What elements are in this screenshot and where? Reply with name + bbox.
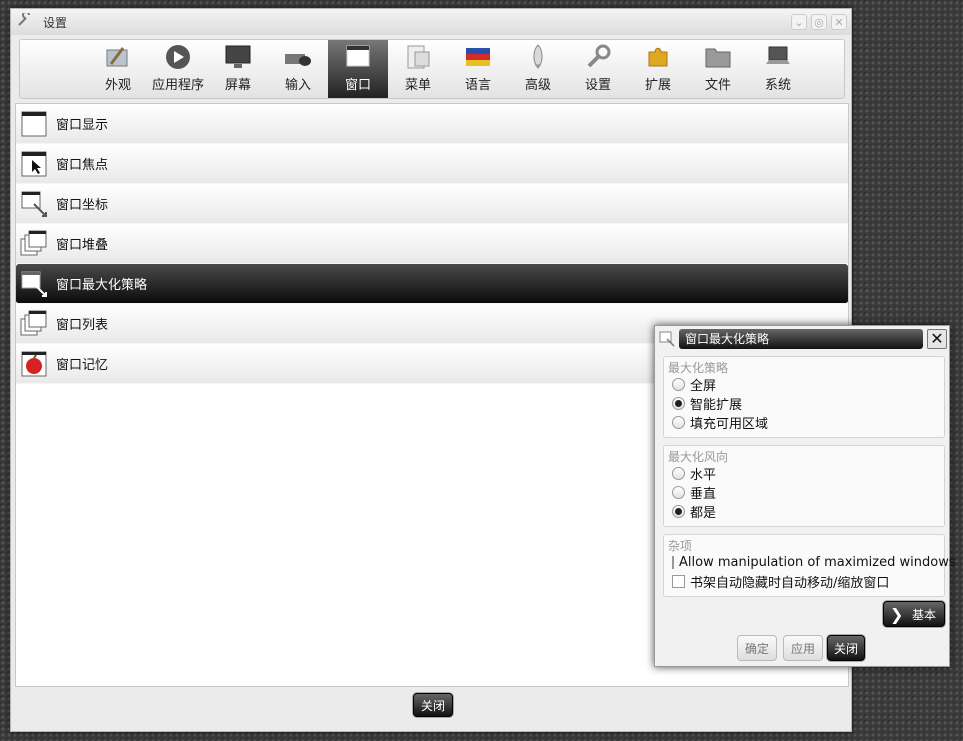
window-focus-icon bbox=[21, 151, 47, 176]
checkbox-manipulate-maximized[interactable]: Allow manipulation of maximized windows bbox=[664, 553, 956, 572]
tab-advanced[interactable]: 高级 bbox=[508, 40, 568, 98]
files-icon bbox=[705, 48, 731, 68]
radio-fill-area[interactable]: 填充可用区域 bbox=[664, 413, 944, 432]
appearance-icon bbox=[106, 47, 128, 67]
tab-menu[interactable]: 菜单 bbox=[388, 40, 448, 98]
list-item-window-maximize[interactable]: 窗口最大化策略 bbox=[16, 264, 848, 304]
close-button[interactable]: 关闭 bbox=[413, 693, 453, 717]
category-toolbar: 外观 应用程序 屏幕 输入 窗口 菜单 语言 高级 设置 扩展 文件 系统 bbox=[19, 39, 845, 99]
checkbox[interactable] bbox=[672, 575, 685, 588]
chevron-right-icon: ❯ bbox=[890, 604, 904, 624]
tab-extensions[interactable]: 扩展 bbox=[628, 40, 688, 98]
apply-button[interactable]: 应用 bbox=[783, 635, 823, 661]
window-icon bbox=[346, 45, 370, 67]
window-list-icon bbox=[20, 310, 47, 335]
group-title: 最大化策略 bbox=[668, 361, 729, 375]
tab-applications[interactable]: 应用程序 bbox=[148, 40, 208, 98]
tab-settings[interactable]: 设置 bbox=[568, 40, 628, 98]
tab-files[interactable]: 文件 bbox=[688, 40, 748, 98]
minimize-icon[interactable]: ⌄ bbox=[791, 14, 807, 30]
list-item-window-focus[interactable]: 窗口焦点 bbox=[16, 144, 848, 184]
group-title: 杂项 bbox=[668, 539, 693, 553]
screen-icon bbox=[225, 45, 251, 68]
radio-vertical[interactable]: 垂直 bbox=[664, 483, 944, 502]
wrench-icon bbox=[17, 11, 35, 31]
window-stacking-icon bbox=[20, 230, 47, 255]
close-icon[interactable]: ✕ bbox=[831, 14, 847, 30]
maximize-policy-group: 最大化策略 全屏 智能扩展 填充可用区域 bbox=[663, 356, 945, 438]
checkbox[interactable] bbox=[672, 556, 674, 569]
tab-system[interactable]: 系统 bbox=[748, 40, 808, 98]
window-maximize-icon bbox=[659, 331, 675, 347]
list-item-window-stacking[interactable]: 窗口堆叠 bbox=[16, 224, 848, 264]
window-titlebar[interactable]: 设置 ⌄ ◎ ✕ bbox=[11, 9, 851, 35]
ok-button[interactable]: 确定 bbox=[737, 635, 777, 661]
radio-both[interactable]: 都是 bbox=[664, 502, 944, 521]
tab-input[interactable]: 输入 bbox=[268, 40, 328, 98]
radio-button[interactable] bbox=[672, 467, 685, 480]
close-icon[interactable]: ✕ bbox=[927, 329, 947, 349]
advanced-icon bbox=[533, 44, 543, 69]
settings-icon bbox=[587, 44, 611, 68]
group-title: 最大化风向 bbox=[668, 450, 729, 464]
input-icon bbox=[285, 54, 311, 66]
maximize-icon[interactable]: ◎ bbox=[811, 14, 827, 30]
tab-language[interactable]: 语言 bbox=[448, 40, 508, 98]
window-controls: ⌄ ◎ ✕ bbox=[791, 14, 851, 30]
window-title: 设置 bbox=[43, 15, 68, 30]
dialog-title: 窗口最大化策略 bbox=[679, 329, 923, 349]
window-remember-icon bbox=[21, 351, 47, 376]
dialog-titlebar[interactable]: 窗口最大化策略 ✕ bbox=[655, 326, 949, 352]
tab-screen[interactable]: 屏幕 bbox=[208, 40, 268, 98]
tab-appearance[interactable]: 外观 bbox=[88, 40, 148, 98]
window-geometry-icon bbox=[21, 191, 47, 217]
misc-group: 杂项 Allow manipulation of maximized windo… bbox=[663, 534, 956, 597]
window-maximize-icon bbox=[21, 271, 47, 297]
checkbox-autohide-shelf-move[interactable]: 书架自动隐藏时自动移动/缩放窗口 bbox=[664, 572, 944, 591]
radio-button[interactable] bbox=[672, 378, 685, 391]
radio-button[interactable] bbox=[672, 416, 685, 429]
radio-horizontal[interactable]: 水平 bbox=[664, 464, 944, 483]
menu-icon bbox=[407, 45, 430, 69]
radio-smart-expand[interactable]: 智能扩展 bbox=[664, 394, 944, 413]
maximize-direction-group: 最大化风向 水平 垂直 都是 bbox=[663, 445, 945, 527]
window-display-icon bbox=[21, 111, 47, 136]
radio-button-selected[interactable] bbox=[672, 397, 685, 410]
applications-icon bbox=[166, 45, 190, 69]
language-icon bbox=[466, 48, 490, 66]
radio-button-selected[interactable] bbox=[672, 505, 685, 518]
dialog-close-button[interactable]: 关闭 bbox=[827, 635, 865, 661]
basic-mode-button[interactable]: ❯ 基本 bbox=[883, 601, 945, 627]
radio-fullscreen[interactable]: 全屏 bbox=[664, 375, 944, 394]
radio-button[interactable] bbox=[672, 486, 685, 499]
tab-window[interactable]: 窗口 bbox=[328, 40, 388, 98]
extensions-icon bbox=[648, 47, 668, 67]
list-item-window-geometry[interactable]: 窗口坐标 bbox=[16, 184, 848, 224]
list-item-window-display[interactable]: 窗口显示 bbox=[16, 104, 848, 144]
system-icon bbox=[766, 46, 790, 64]
maximize-policy-dialog: 窗口最大化策略 ✕ 最大化策略 全屏 智能扩展 填充可用区域 最大化风向 水平 … bbox=[654, 325, 956, 667]
